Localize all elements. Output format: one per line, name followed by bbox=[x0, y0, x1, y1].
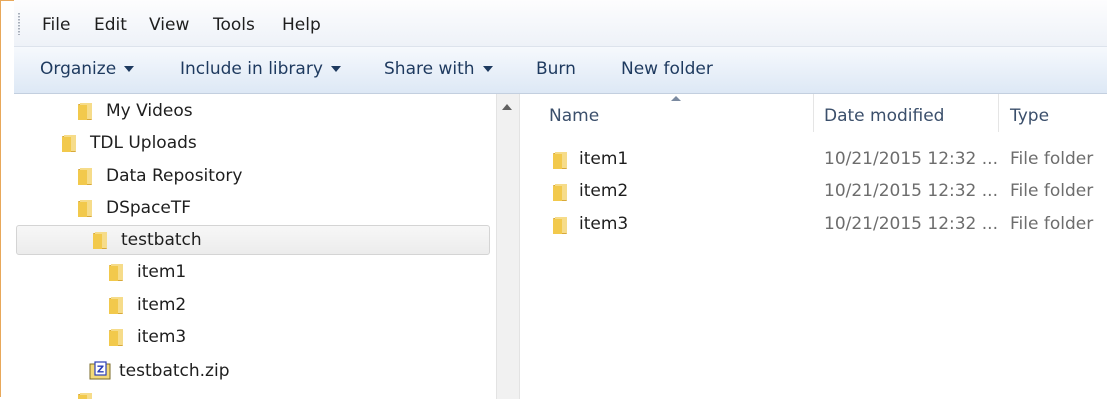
tree-item-tdl-uploads[interactable]: TDL Uploads bbox=[60, 128, 197, 158]
file-date: 10/21/2015 12:32 ... bbox=[824, 181, 998, 201]
menu-grip bbox=[18, 13, 20, 35]
folder-icon bbox=[107, 262, 125, 282]
menu-help[interactable]: Help bbox=[282, 15, 321, 35]
tree-item-label: DSpaceTF bbox=[106, 198, 192, 218]
burn-button[interactable]: Burn bbox=[536, 59, 576, 79]
tree-item-testbatch[interactable]: testbatch bbox=[91, 225, 202, 255]
sort-ascending-icon bbox=[671, 96, 681, 101]
selection-highlight bbox=[16, 225, 490, 255]
share-with-label: Share with bbox=[384, 59, 475, 79]
folder-icon bbox=[551, 181, 569, 201]
file-name: item2 bbox=[579, 181, 629, 201]
folder-icon bbox=[76, 166, 94, 186]
svg-text:Z: Z bbox=[97, 365, 104, 376]
organize-button[interactable]: Organize bbox=[40, 59, 135, 79]
tree-item-dspacetf[interactable]: DSpaceTF bbox=[76, 193, 191, 223]
column-header-name[interactable]: Name bbox=[549, 94, 599, 138]
file-date: 10/21/2015 12:32 ... bbox=[824, 149, 998, 169]
file-name-cell: item1 bbox=[551, 143, 628, 175]
folder-icon bbox=[107, 295, 125, 315]
table-row[interactable]: item1 10/21/2015 12:32 ... File folder bbox=[521, 143, 1107, 175]
share-with-button[interactable]: Share with bbox=[384, 59, 493, 79]
chevron-down-icon bbox=[124, 66, 135, 72]
chevron-down-icon bbox=[330, 66, 341, 72]
tree-item-data-repository[interactable]: Data Repository bbox=[76, 161, 242, 191]
tree-item-item3[interactable]: item3 bbox=[107, 322, 186, 352]
new-folder-button[interactable]: New folder bbox=[621, 59, 713, 79]
include-in-library-label: Include in library bbox=[180, 59, 323, 79]
menu-edit[interactable]: Edit bbox=[94, 15, 127, 35]
tree-item-label: testbatch.zip bbox=[119, 361, 230, 381]
folder-icon bbox=[76, 198, 94, 218]
scroll-up-arrow-icon[interactable] bbox=[502, 104, 512, 110]
file-date: 10/21/2015 12:32 ... bbox=[824, 214, 998, 234]
tree-item-label: TDL Uploads bbox=[90, 133, 197, 153]
menu-file[interactable]: File bbox=[42, 15, 70, 35]
folder-icon bbox=[107, 327, 125, 347]
folder-icon bbox=[76, 101, 94, 121]
chevron-down-icon bbox=[482, 66, 493, 72]
tree-item-label: item3 bbox=[137, 327, 187, 347]
file-type: File folder bbox=[1010, 181, 1094, 201]
table-row[interactable]: item2 10/21/2015 12:32 ... File folder bbox=[521, 175, 1107, 207]
file-type: File folder bbox=[1010, 149, 1094, 169]
nav-scrollbar[interactable] bbox=[496, 94, 520, 399]
tree-item-testbatch-zip[interactable]: Ztestbatch.zip bbox=[89, 356, 229, 386]
folder-icon bbox=[91, 230, 109, 250]
column-header-date-modified[interactable]: Date modified bbox=[824, 94, 944, 138]
organize-label: Organize bbox=[40, 59, 117, 79]
menu-view[interactable]: View bbox=[149, 15, 189, 35]
file-name: item1 bbox=[579, 149, 629, 169]
include-in-library-button[interactable]: Include in library bbox=[180, 59, 341, 79]
file-name-cell: item2 bbox=[551, 175, 628, 207]
column-header-type[interactable]: Type bbox=[1010, 94, 1049, 138]
table-row[interactable]: item3 10/21/2015 12:32 ... File folder bbox=[521, 208, 1107, 240]
tree-item-item1[interactable]: item1 bbox=[107, 257, 186, 287]
tree-item-my-videos[interactable]: My Videos bbox=[76, 96, 193, 126]
tree-item-label: My Videos bbox=[106, 101, 193, 121]
folder-icon bbox=[76, 391, 94, 399]
command-bar: Organize Include in library Share with B… bbox=[14, 47, 1107, 94]
tree-item-label: Data Repository bbox=[106, 166, 243, 186]
tree-item-label: item1 bbox=[137, 262, 187, 282]
file-name-cell: item3 bbox=[551, 208, 628, 240]
file-name: item3 bbox=[579, 214, 629, 234]
folder-icon bbox=[551, 149, 569, 169]
zip-archive-icon: Z bbox=[89, 361, 111, 381]
file-type: File folder bbox=[1010, 214, 1094, 234]
folder-icon bbox=[60, 133, 78, 153]
file-list-pane: Name Date modified Type item1 10/21/2015… bbox=[521, 94, 1107, 399]
folder-icon bbox=[551, 214, 569, 234]
column-divider[interactable] bbox=[998, 94, 999, 132]
tree-item-item2[interactable]: item2 bbox=[107, 290, 186, 320]
navigation-pane: My Videos TDL Uploads Data Repository DS… bbox=[14, 94, 496, 399]
column-divider[interactable] bbox=[813, 94, 814, 132]
menu-bar: File Edit View Tools Help bbox=[14, 0, 1107, 47]
tree-item-label: item2 bbox=[137, 295, 187, 315]
menu-tools[interactable]: Tools bbox=[213, 15, 255, 35]
tree-item-label: testbatch bbox=[121, 230, 202, 250]
tree-item-partial bbox=[76, 386, 106, 399]
